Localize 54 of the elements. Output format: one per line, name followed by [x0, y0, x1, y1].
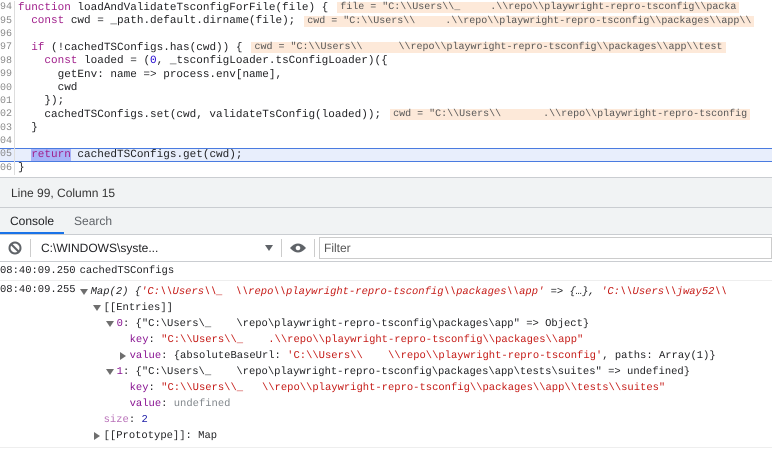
line-number: 98: [0, 54, 15, 68]
timestamp: 08:40:09.250: [0, 265, 76, 277]
line-number: 02: [0, 108, 15, 122]
expanded-arrow-icon[interactable]: [106, 368, 114, 376]
code-text: function loadAndValidateTsconfigForFile(file) {: [18, 2, 328, 14]
line-number: 05: [0, 148, 15, 162]
inline-value: cwd = "C:\\Users\\ \\repo\\playwright-repro-tsconfig\\packages\\app\\test: [251, 42, 726, 54]
expanded-arrow-icon[interactable]: [106, 320, 114, 328]
line-number: 96: [0, 28, 15, 42]
line-number: 99: [0, 68, 15, 82]
filter-field[interactable]: Filter: [319, 237, 772, 259]
line-number: 03: [0, 122, 15, 135]
collapsed-arrow-icon[interactable]: [92, 432, 101, 440]
object-preview: 0: {"C:\Users\_ \repo\playwright-repro-tsconfig\packages\app" => Object}: [116, 318, 590, 330]
eye-icon: [290, 243, 306, 253]
object-preview: 1: {"C:\Users\_ \repo\playwright-repro-tsconfig\packages\app\tests\suites" => undefined}: [116, 366, 690, 378]
object-preview: size: 2: [104, 414, 148, 426]
line-number: 97: [0, 41, 15, 55]
object-preview: key: "C:\\Users\\_ .\\repo\\playwright-repro-tsconfig\\packages\\app": [130, 334, 584, 346]
code-text: const cwd = _path.default.dirname(file);: [30, 15, 296, 28]
code-text: getEnv: name => process.env[name],: [56, 68, 282, 81]
object-preview: value: undefined: [130, 398, 230, 410]
object-preview: [[Prototype]]: Map: [104, 430, 218, 442]
cursor-position: Line 99, Column 15: [11, 186, 116, 200]
line-number: 95: [0, 14, 15, 28]
object-preview: value: {absoluteBaseUrl: 'C:\\Users\\ \\repo\\playwright-repro-tsconfig', paths: Array(1)}: [130, 350, 716, 362]
object-preview: Map(2) {'C:\\Users\\_ \\repo\\playwright-repro-tsconfig\\packages\\app' => {…}, 'C:\\Users\\jway52\\: [90, 286, 728, 298]
clear-icon: [8, 241, 22, 255]
context-select[interactable]: C:\WINDOWS\syste...: [31, 235, 281, 261]
code-text: cachedTSConfigs.set(cwd, validateTsConfig(loaded));: [43, 108, 382, 121]
inline-value: cwd = "C:\\Users\\ .\\repo\\playwright-repro-tsconfig\\packages\\app\\: [304, 16, 754, 27]
object-preview: [[Entries]]: [104, 302, 173, 314]
drawer-tab[interactable]: Search: [64, 208, 122, 234]
collapsed-arrow-icon[interactable]: [118, 352, 127, 360]
code-text: cwd: [56, 82, 78, 94]
code-text: }: [30, 122, 38, 134]
line-number: 00: [0, 81, 15, 95]
drawer-tab[interactable]: Console: [0, 208, 64, 234]
line-number: 06: [0, 162, 15, 176]
dropdown-caret-icon: [265, 245, 273, 251]
log-message: cachedTSConfigs: [80, 265, 174, 277]
line-number: 01: [0, 94, 15, 108]
inline-value: cwd = "C:\\Users\\ .\\repo\\playwright-repro-tsconfig: [390, 109, 750, 120]
code-text: const loaded = (0, _tsconfigLoader.tsConfigLoader)({: [43, 55, 388, 68]
object-preview: key: "C:\\Users\\_ \\repo\\playwright-repro-tsconfig\\packages\\app\\tests\\suites": [130, 382, 666, 394]
timestamp: 08:40:09.255: [0, 284, 76, 296]
code-text: });: [43, 95, 64, 108]
code-text: return cachedTSConfigs.get(cwd);: [30, 148, 242, 161]
code-text: if (!cachedTSConfigs.has(cwd)) {: [30, 42, 242, 54]
inline-value: file = "C:\\Users\\_ .\\repo\\playwright-repro-tsconfig\\packa: [337, 2, 740, 14]
code-text: }: [18, 162, 25, 174]
line-number: 94: [0, 1, 15, 14]
expanded-arrow-icon[interactable]: [80, 288, 88, 296]
expanded-arrow-icon[interactable]: [92, 304, 101, 312]
